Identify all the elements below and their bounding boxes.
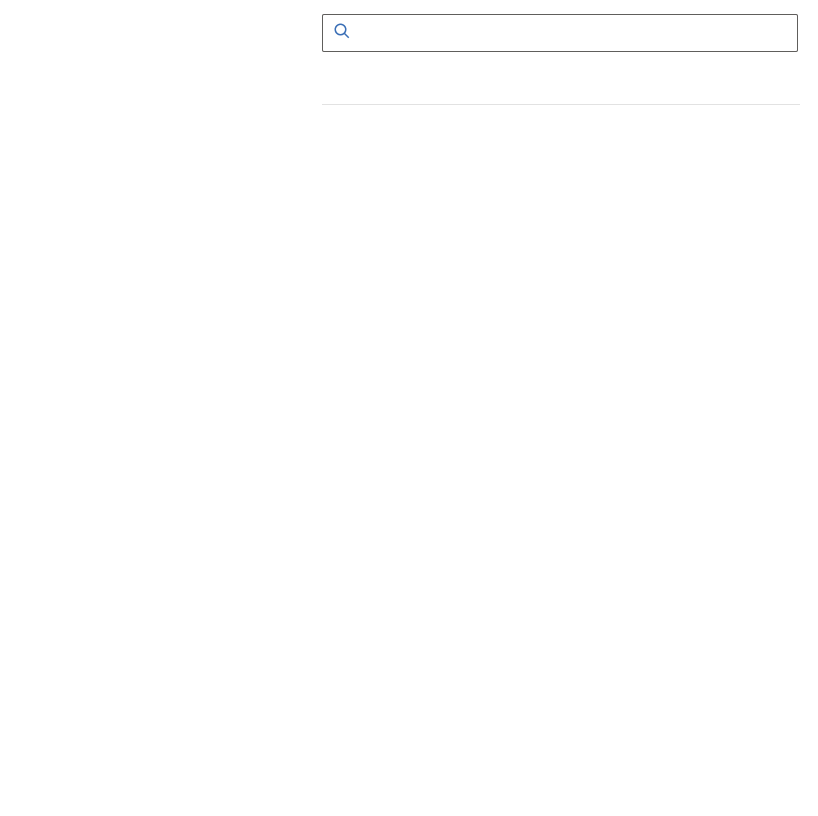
section-header: [322, 92, 800, 105]
search-input[interactable]: [365, 22, 787, 44]
search-box[interactable]: [322, 14, 798, 52]
search-icon: [333, 22, 351, 45]
main-content: [300, 14, 818, 123]
sidebar: [0, 14, 300, 123]
categories-heading: [0, 28, 300, 68]
